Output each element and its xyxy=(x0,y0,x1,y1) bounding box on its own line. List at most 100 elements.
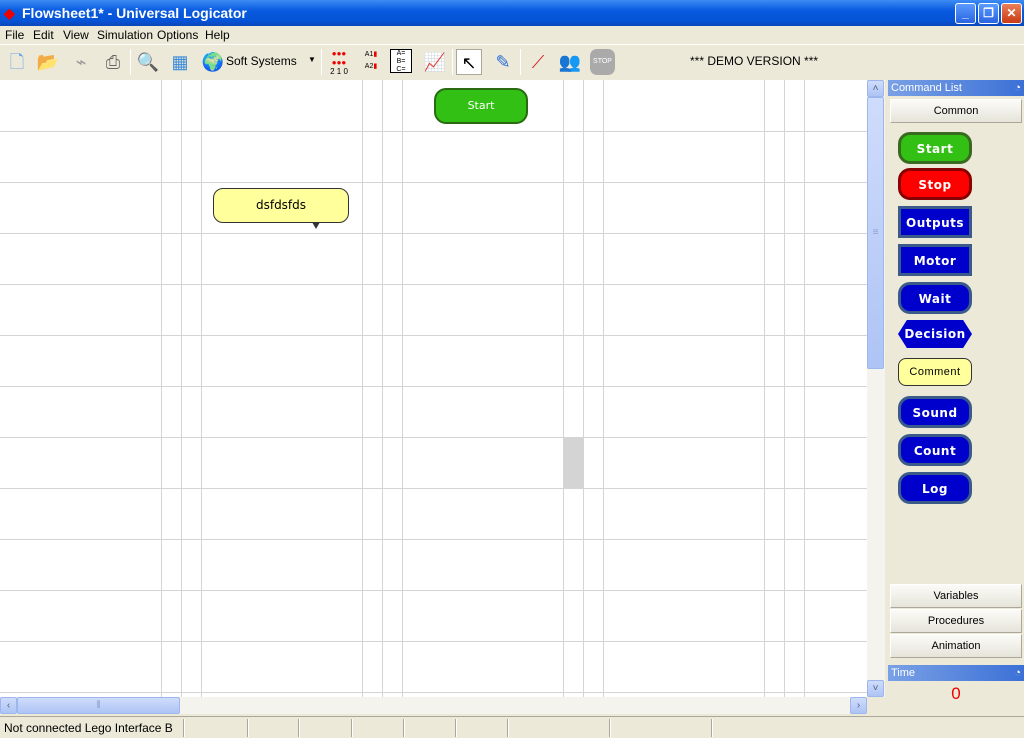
scroll-left-button[interactable]: ‹ xyxy=(0,697,17,714)
grid-line xyxy=(0,692,867,693)
command-wait[interactable]: Wait xyxy=(898,282,972,314)
analog-icon[interactable]: A1▮ A2▮ xyxy=(358,49,384,75)
system-combo[interactable]: Soft Systems ▼ xyxy=(226,54,319,72)
grid-line xyxy=(0,182,867,183)
search-icon[interactable]: 🔍 xyxy=(135,49,161,75)
command-list-panel: Command List ◔ Common Start Stop Outputs Mot… xyxy=(888,80,1024,714)
collapse-icon[interactable]: ◔ xyxy=(1014,665,1021,681)
toolbar: 🗋 📂 ⌁ ⎙ 🔍 ▦ 🌍 Soft Systems ▼ ●●● ●●● 2 1 0… xyxy=(0,44,1024,78)
status-pane xyxy=(403,719,405,737)
horizontal-scroll-thumb[interactable]: ⦀ xyxy=(17,697,180,714)
command-list-header: Command List ◔ xyxy=(888,80,1024,96)
tab-procedures[interactable]: Procedures xyxy=(890,609,1022,633)
new-file-icon[interactable]: 🗋 xyxy=(4,49,30,75)
users-icon[interactable]: 👥 xyxy=(557,49,583,75)
time-title: Time xyxy=(891,667,916,679)
app-icon: ◆ xyxy=(4,5,15,21)
grid-line xyxy=(382,80,383,697)
stop-icon[interactable]: STOP xyxy=(590,49,615,75)
graph-icon[interactable]: 📈 xyxy=(422,49,448,75)
time-header: Time ◔ xyxy=(888,665,1024,681)
usb-icon[interactable]: ⌁ xyxy=(68,49,94,75)
grid-line xyxy=(402,80,403,697)
grid-line xyxy=(0,284,867,285)
grid-line xyxy=(181,80,182,697)
status-pane xyxy=(183,719,185,737)
command-comment[interactable]: Comment xyxy=(898,358,972,386)
window-title: Flowsheet1* - Universal Logicator xyxy=(22,5,247,21)
flowsheet-canvas[interactable]: Start dsfdsfds xyxy=(0,80,867,697)
pointer-icon[interactable]: ↖ xyxy=(456,49,482,75)
variables-icon[interactable]: A= B= C= xyxy=(390,49,412,73)
comment-text: dsfdsfds xyxy=(255,198,307,212)
command-outputs[interactable]: Outputs xyxy=(898,206,972,238)
system-combo-value: Soft Systems xyxy=(226,54,297,68)
menu-simulation[interactable]: Simulation xyxy=(97,28,153,42)
status-pane xyxy=(455,719,457,737)
grid-line xyxy=(201,80,202,697)
grid-line xyxy=(0,335,867,336)
demo-version-label: *** DEMO VERSION *** xyxy=(690,54,819,68)
title-bar: ◆ Flowsheet1* - Universal Logicator _ ❐ … xyxy=(0,0,1024,26)
status-pane xyxy=(507,719,509,737)
grid-line xyxy=(0,131,867,132)
scroll-down-button[interactable]: ˅ xyxy=(867,680,884,697)
command-count[interactable]: Count xyxy=(898,434,972,466)
menu-options[interactable]: Options xyxy=(157,28,198,42)
command-motor[interactable]: Motor xyxy=(898,244,972,276)
status-pane xyxy=(247,719,249,737)
grid-line xyxy=(0,386,867,387)
menu-view[interactable]: View xyxy=(63,28,89,42)
chevron-down-icon[interactable]: ▼ xyxy=(308,55,316,64)
menu-file[interactable]: File xyxy=(5,28,24,42)
print-icon[interactable]: ⎙ xyxy=(100,49,126,75)
collapse-icon[interactable]: ◔ xyxy=(1014,80,1021,96)
status-pane xyxy=(609,719,611,737)
menu-edit[interactable]: Edit xyxy=(33,28,54,42)
grid-line xyxy=(362,80,363,697)
menu-bar: File Edit View Simulation Options Help xyxy=(0,26,1024,44)
status-pane xyxy=(351,719,353,737)
comment-tail xyxy=(312,222,320,229)
grid-line xyxy=(0,233,867,234)
selected-cell xyxy=(563,437,583,488)
grid-line xyxy=(0,488,867,489)
minimize-button[interactable]: _ xyxy=(955,3,976,24)
command-list-title: Command List xyxy=(891,82,962,94)
restore-button[interactable]: ❐ xyxy=(978,3,999,24)
tab-common[interactable]: Common xyxy=(890,99,1022,123)
led-panel-icon[interactable]: ●●● ●●● 2 1 0 xyxy=(326,49,352,76)
tab-animation[interactable]: Animation xyxy=(890,634,1022,658)
time-value: 0 xyxy=(951,684,961,703)
connect-icon[interactable]: ⟋ xyxy=(525,49,551,75)
comment-block[interactable]: dsfdsfds xyxy=(213,188,349,223)
grid-line xyxy=(0,539,867,540)
grid-icon[interactable]: ▦ xyxy=(167,49,193,75)
grid-line xyxy=(563,80,564,697)
open-folder-icon[interactable]: 📂 xyxy=(35,49,61,75)
grid-line xyxy=(161,80,162,697)
status-text: Not connected Lego Interface B xyxy=(4,721,173,735)
grid-line xyxy=(0,590,867,591)
grid-line xyxy=(784,80,785,697)
command-list: Start Stop Outputs Motor Wait Decision Comment… xyxy=(888,124,1024,584)
pencil-icon[interactable]: ✎ xyxy=(490,49,516,75)
horizontal-scrollbar[interactable]: ‹ ⦀ › xyxy=(0,697,867,714)
globe-icon: 🌍 xyxy=(201,52,225,72)
start-block[interactable]: Start xyxy=(434,88,528,124)
scroll-right-button[interactable]: › xyxy=(850,697,867,714)
vertical-scrollbar[interactable]: ˄ ≡ ˅ xyxy=(867,80,885,697)
command-log[interactable]: Log xyxy=(898,472,972,504)
status-pane xyxy=(711,719,713,737)
command-decision[interactable]: Decision xyxy=(898,320,972,348)
grid-line xyxy=(764,80,765,697)
grid-line xyxy=(603,80,604,697)
vertical-scroll-thumb[interactable]: ≡ xyxy=(867,97,884,369)
command-sound[interactable]: Sound xyxy=(898,396,972,428)
command-stop[interactable]: Stop xyxy=(898,168,972,200)
menu-help[interactable]: Help xyxy=(205,28,230,42)
close-button[interactable]: ✕ xyxy=(1001,3,1022,24)
command-start[interactable]: Start xyxy=(898,132,972,164)
tab-variables[interactable]: Variables xyxy=(890,584,1022,608)
scroll-up-button[interactable]: ˄ xyxy=(867,80,884,97)
